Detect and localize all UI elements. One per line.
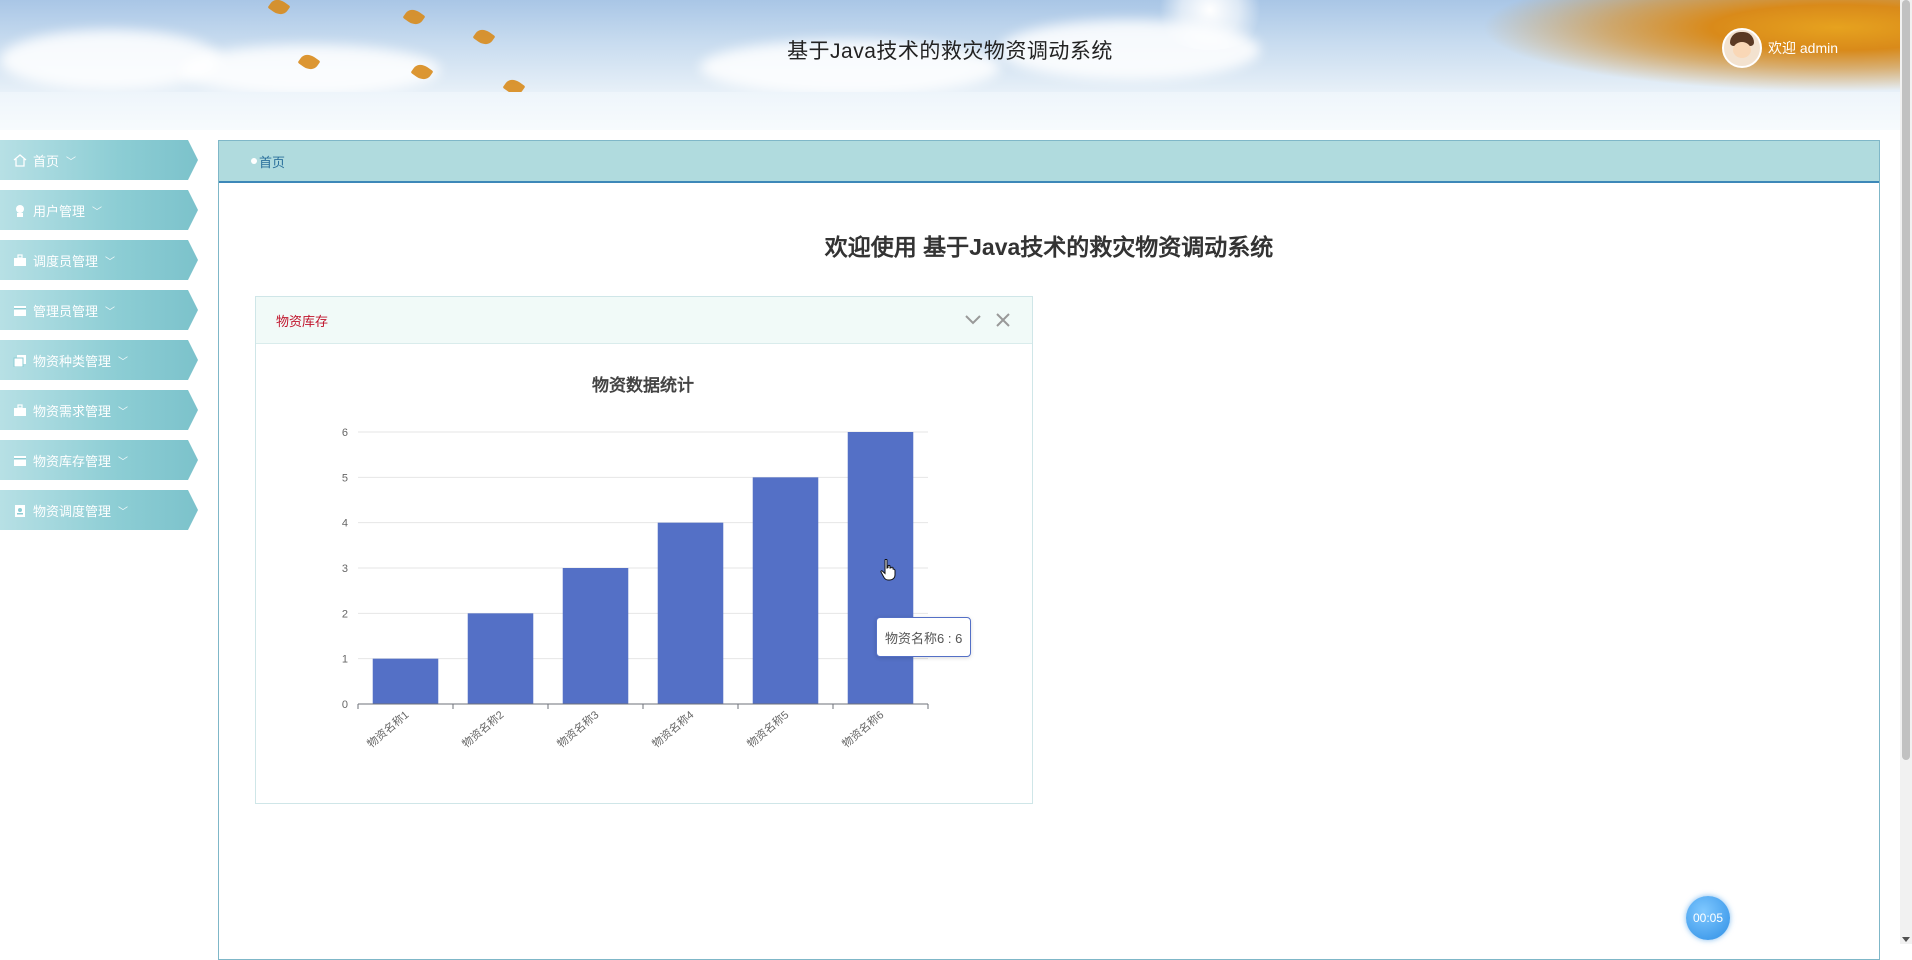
bar[interactable]	[657, 522, 724, 704]
card-tools	[964, 311, 1012, 329]
copy-icon	[12, 353, 28, 367]
header-band	[0, 92, 1900, 130]
sidebar-item-material-inventory[interactable]: 物资库存管理 ﹀	[0, 440, 198, 480]
id-badge-icon	[12, 503, 28, 517]
x-tick-label: 物资名称5	[744, 708, 791, 751]
hand-cursor-icon	[880, 559, 896, 581]
avatar[interactable]	[1722, 28, 1762, 68]
main-content: 首页 欢迎使用 基于Java技术的救灾物资调动系统 物资库存 物资数据统计 0 1…	[218, 140, 1880, 960]
scroll-down-icon[interactable]	[1902, 937, 1910, 942]
page-scrollbar[interactable]	[1900, 0, 1912, 944]
briefcase-icon	[12, 253, 28, 267]
card-title: 物资库存	[276, 313, 329, 329]
sidebar-item-label: 物资需求管理	[33, 403, 112, 419]
breadcrumb: 首页	[219, 141, 1879, 183]
timer-badge: 00:05	[1686, 896, 1730, 940]
x-tick-label: 物资名称4	[649, 708, 696, 751]
bar-chart: 物资数据统计 0 1 2 3 4 5 6 物资名称1 物资名称2 物资名称3 物资名称4 物资名称5…	[342, 375, 929, 751]
chevron-down-icon: ﹀	[118, 356, 129, 368]
y-tick-label: 6	[342, 427, 348, 439]
dot-icon	[251, 158, 257, 164]
x-tick-label: 物资名称1	[364, 708, 411, 751]
sidebar-item-material-dispatch[interactable]: 物资调度管理 ﹀	[0, 490, 198, 530]
chart-tooltip: 物资名称6 : 6	[876, 617, 972, 657]
leaf-icon	[267, 0, 291, 18]
bar[interactable]	[467, 613, 534, 704]
chevron-down-icon: ﹀	[118, 406, 129, 418]
sidebar-menu: 首页 ﹀ 用户管理 ﹀ 调度员管理 ﹀ 管理员管理 ﹀ 物资种类管理 ﹀ 物资需…	[0, 140, 200, 540]
user-icon	[12, 203, 28, 217]
chevron-down-icon: ﹀	[118, 456, 129, 468]
card-icon	[12, 453, 28, 467]
leaf-icon	[502, 76, 526, 92]
x-tick-label: 物资名称3	[554, 708, 601, 751]
chevron-down-icon[interactable]	[964, 311, 982, 329]
bar[interactable]	[562, 568, 629, 704]
sidebar-item-label: 管理员管理	[33, 303, 99, 319]
y-tick-label: 3	[342, 563, 348, 575]
chevron-down-icon: ﹀	[92, 206, 103, 218]
inventory-card: 物资库存 物资数据统计 0 1 2 3 4 5 6 物资名称1 物资名称2 物资名称3 物资名称4…	[255, 296, 1033, 804]
y-tick-label: 4	[342, 518, 348, 530]
chevron-down-icon: ﹀	[105, 306, 116, 318]
page-title: 欢迎使用 基于Java技术的救灾物资调动系统	[824, 234, 1274, 260]
app-title: 基于Java技术的救灾物资调动系统	[787, 40, 1113, 63]
briefcase-icon	[12, 403, 28, 417]
sidebar-item-label: 物资种类管理	[33, 353, 112, 369]
close-icon[interactable]	[994, 311, 1012, 329]
sidebar-item-users[interactable]: 用户管理 ﹀	[0, 190, 198, 230]
card-header: 物资库存	[256, 297, 1032, 344]
chevron-down-icon: ﹀	[66, 156, 77, 168]
sidebar-item-label: 物资库存管理	[33, 453, 112, 469]
sidebar-item-label: 调度员管理	[33, 253, 99, 269]
leaf-icon	[402, 6, 426, 28]
sidebar-item-label: 物资调度管理	[33, 503, 112, 519]
bar[interactable]	[372, 658, 439, 704]
breadcrumb-home[interactable]: 首页	[259, 152, 285, 171]
sidebar-item-material-demand[interactable]: 物资需求管理 ﹀	[0, 390, 198, 430]
sidebar-item-admins[interactable]: 管理员管理 ﹀	[0, 290, 198, 330]
card-icon	[12, 303, 28, 317]
chevron-down-icon: ﹀	[118, 506, 129, 518]
chart-title: 物资数据统计	[592, 375, 694, 395]
y-tick-label: 0	[342, 699, 348, 711]
scrollbar-thumb[interactable]	[1902, 0, 1910, 760]
chevron-down-icon: ﹀	[105, 256, 116, 268]
sidebar-item-material-types[interactable]: 物资种类管理 ﹀	[0, 340, 198, 380]
y-tick-label: 1	[342, 654, 348, 666]
y-tick-label: 5	[342, 472, 348, 484]
y-tick-label: 2	[342, 608, 348, 620]
sidebar-item-label: 首页	[33, 153, 60, 169]
sidebar-item-dispatchers[interactable]: 调度员管理 ﹀	[0, 240, 198, 280]
welcome-text[interactable]: 欢迎 admin	[1768, 38, 1838, 58]
x-tick-label: 物资名称2	[459, 708, 506, 751]
user-menu[interactable]: 欢迎 admin	[1722, 28, 1838, 68]
sidebar-item-label: 用户管理	[33, 203, 86, 219]
sidebar-item-home[interactable]: 首页 ﹀	[0, 140, 198, 180]
x-tick-label: 物资名称6	[839, 708, 886, 751]
app-header: 基于Java技术的救灾物资调动系统 欢迎 admin	[0, 0, 1900, 92]
home-icon	[12, 153, 28, 167]
bar[interactable]	[752, 477, 819, 704]
